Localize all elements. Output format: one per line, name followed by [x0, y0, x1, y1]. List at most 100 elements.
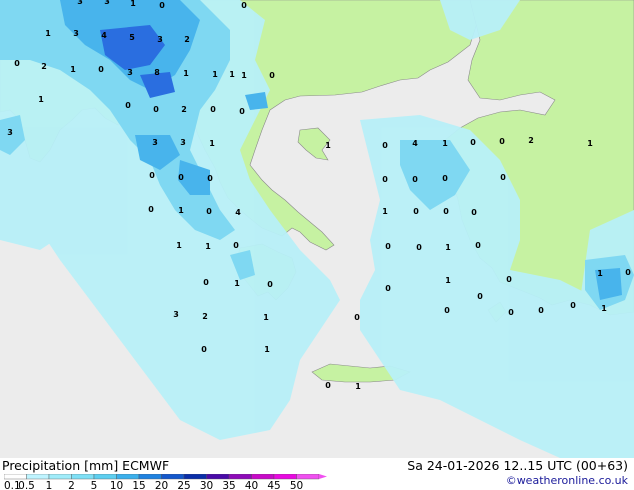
precip-value: 0: [354, 313, 360, 322]
precip-value: 0: [207, 174, 213, 183]
precip-value: 1: [587, 139, 593, 148]
precip-value: 0: [499, 137, 505, 146]
precip-value: 0: [178, 173, 184, 182]
precip-value: 1: [601, 304, 607, 313]
precip-value: 0: [413, 207, 419, 216]
precip-value: 0: [385, 284, 391, 293]
precip-value: 0: [385, 242, 391, 251]
precip-value: 2: [184, 35, 190, 44]
map-footer: Precipitation [mm] ECMWF Sa 24-01-2026 1…: [0, 458, 634, 490]
legend-tick-label: 25: [177, 480, 190, 490]
legend-tick-label: 15: [132, 480, 145, 490]
precip-value: 0: [570, 301, 576, 310]
precip-value: 0: [159, 1, 165, 10]
precip-legend: 0.10.5 1 2 5 10 15 20 25 30 35 40 45 50: [4, 474, 327, 490]
precip-value: 0: [443, 207, 449, 216]
precip-value: 3: [173, 310, 179, 319]
precip-value: 3: [73, 29, 79, 38]
precip-value: 0: [508, 308, 514, 317]
precip-value: 0: [470, 138, 476, 147]
precip-value: 0: [475, 241, 481, 250]
precip-value: 0: [477, 292, 483, 301]
precip-value: 3: [127, 68, 133, 77]
precip-value: 1: [38, 95, 44, 104]
precip-value: 1: [325, 141, 331, 150]
legend-swatch: [228, 474, 252, 480]
precip-value: 0: [471, 208, 477, 217]
legend-tick-label: 2: [68, 480, 75, 490]
precip-value: 1: [178, 206, 184, 215]
legend-tick-label: 0.5: [18, 480, 35, 490]
precip-value: 0: [148, 205, 154, 214]
precip-value: 0: [325, 381, 331, 390]
legend-tick-label: 40: [245, 480, 258, 490]
precip-value: 1: [264, 345, 270, 354]
precip-value: 0: [538, 306, 544, 315]
source-credit[interactable]: ©weatheronline.co.uk: [506, 474, 628, 487]
legend-swatch: [296, 474, 320, 480]
precip-value: 0: [382, 141, 388, 150]
legend-tick-label: 45: [267, 480, 280, 490]
legend-tick-label: 35: [222, 480, 235, 490]
precip-value: 0: [625, 268, 631, 277]
legend-swatch: [26, 474, 50, 480]
precip-value: 1: [382, 207, 388, 216]
precip-value: 1: [229, 70, 235, 79]
precip-value: 2: [41, 62, 47, 71]
legend-tick-label: 5: [91, 480, 98, 490]
precip-value: 1: [355, 382, 361, 391]
precip-value: 1: [445, 243, 451, 252]
legend-arrow: [319, 474, 327, 479]
precip-value: 0: [412, 175, 418, 184]
precip-value: 0: [14, 59, 20, 68]
precip-value: 0: [241, 1, 247, 10]
precip-value: 0: [444, 306, 450, 315]
precip-value: 3: [104, 0, 110, 6]
precip-value: 1: [234, 279, 240, 288]
precip-value: 3: [180, 138, 186, 147]
precip-value: 4: [412, 139, 418, 148]
precip-value: 1: [176, 241, 182, 250]
precip-value: 1: [241, 71, 247, 80]
precip-value: 0: [269, 71, 275, 80]
precip-value: 1: [442, 139, 448, 148]
precip-value: 0: [416, 243, 422, 252]
legend-tick-label: 10: [110, 480, 123, 490]
legend-swatch: [4, 474, 27, 480]
precip-value: 1: [212, 70, 218, 79]
precip-value: 3: [152, 138, 158, 147]
legend-swatch: [71, 474, 95, 480]
precip-value: 4: [101, 31, 107, 40]
precip-value: 2: [202, 312, 208, 321]
precip-value: 0: [206, 207, 212, 216]
legend-swatch: [273, 474, 297, 480]
precip-value: 1: [445, 276, 451, 285]
precipitation-map: 3 3 1 0 01 3 4 5 3 20 2 1 0 3 8 1 1 1 1 010 0 2 0 033 3 1 1 0 4 1 0 0 2 1…: [0, 0, 634, 458]
legend-swatch: [116, 474, 140, 480]
precip-value: 1: [263, 313, 269, 322]
legend-swatch: [251, 474, 275, 480]
precip-value: 2: [528, 136, 534, 145]
precip-value: 0: [267, 280, 273, 289]
legend-swatch: [48, 474, 72, 480]
precip-value: 0: [203, 278, 209, 287]
precip-value: 4: [235, 208, 241, 217]
precip-value: 5: [129, 33, 135, 42]
precip-value: 0: [506, 275, 512, 284]
precip-value: 0: [382, 175, 388, 184]
legend-swatch: [138, 474, 162, 480]
precip-value: 0: [442, 174, 448, 183]
legend-swatch: [206, 474, 230, 480]
precip-value: 1: [209, 139, 215, 148]
precip-value: 3: [157, 35, 163, 44]
precip-value: 1: [205, 242, 211, 251]
precip-value: 0: [210, 105, 216, 114]
precip-value: 1: [70, 65, 76, 74]
precip-value: 0: [239, 107, 245, 116]
precip-value: 0: [98, 65, 104, 74]
legend-swatch: [183, 474, 207, 480]
precip-value: 0: [500, 173, 506, 182]
precip-value: 3: [77, 0, 83, 6]
precip-value: 1: [130, 0, 136, 8]
legend-swatch: [161, 474, 185, 480]
